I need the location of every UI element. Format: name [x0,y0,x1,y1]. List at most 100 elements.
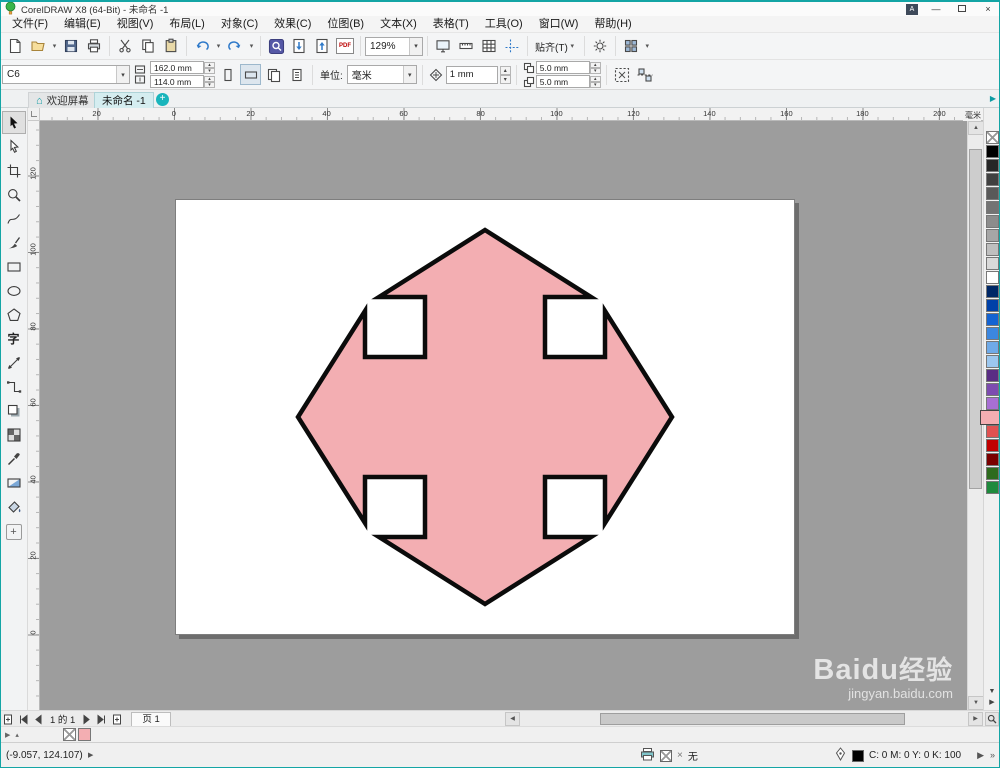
page-width-spinner[interactable]: ▴ ▾ [204,61,215,74]
palette-color-swatch[interactable] [985,299,999,312]
no-color-swatch[interactable] [985,131,999,144]
open-button[interactable] [27,35,49,57]
crop-tool[interactable] [2,159,26,182]
undo-button[interactable] [191,35,213,57]
menu-item[interactable]: 文本(X) [372,16,425,33]
undo-dropdown[interactable]: ▾ [214,42,223,50]
interactive-fill-tool[interactable] [2,471,26,494]
redo-dropdown[interactable]: ▾ [247,42,256,50]
used-color-swatch[interactable] [980,410,1000,425]
zoom-dropdown-arrow[interactable]: ▾ [409,37,422,55]
document-palette-flyout[interactable]: ▶ [5,731,10,739]
current-page-button[interactable] [286,64,307,85]
tab-welcome-screen[interactable]: ⌂ 欢迎屏幕 [28,92,97,108]
palette-color-swatch[interactable] [985,397,999,410]
palette-color-swatch[interactable] [985,271,999,284]
paste-button[interactable] [160,35,182,57]
cut-button[interactable] [114,35,136,57]
show-rulers-button[interactable] [455,35,477,57]
four-way-arrow-shape[interactable] [295,227,675,607]
scroll-right-button[interactable]: ▶ [968,712,983,726]
palette-color-swatch[interactable] [985,201,999,214]
page-height-field[interactable]: 114.0 mm [150,75,204,88]
nudge-spinner[interactable]: ▴ ▾ [499,65,511,84]
freehand-tool[interactable] [2,207,26,230]
menu-item[interactable]: 效果(C) [266,16,319,33]
language-indicator-icon[interactable]: A [906,3,918,15]
scroll-up-button[interactable]: ▲ [968,121,984,135]
page-tab[interactable]: 页 1 [131,712,171,726]
horizontal-ruler[interactable]: 20 0 20 40 60 80 100 120 140 160 180 200 毫米 [40,108,983,121]
first-page-button[interactable] [17,713,30,726]
duplicate-y-spinner[interactable]: ▴ ▾ [589,75,601,88]
new-document-tab-button[interactable]: + [156,93,169,106]
menu-item[interactable]: 视图(V) [109,16,162,33]
transparency-tool[interactable] [2,423,26,446]
polygon-tool[interactable] [2,303,26,326]
palette-color-swatch[interactable] [985,453,999,466]
palette-color-swatch[interactable] [985,285,999,298]
text-tool[interactable]: 字 [2,327,26,350]
pick-tool[interactable] [1,111,26,134]
treat-as-filled-button[interactable] [612,64,633,85]
palette-color-swatch[interactable] [985,327,999,340]
navigator-button[interactable] [985,712,999,726]
duplicate-x-spinner[interactable]: ▴ ▾ [589,61,601,74]
all-pages-button[interactable] [263,64,284,85]
palette-color-swatch[interactable] [985,313,999,326]
horizontal-scroll-thumb[interactable] [600,713,905,725]
show-guidelines-button[interactable] [501,35,523,57]
print-button[interactable] [83,35,105,57]
rectangle-tool[interactable] [2,255,26,278]
status-expand-button[interactable]: ▶ [977,750,984,761]
palette-color-swatch[interactable] [985,159,999,172]
palette-color-swatch[interactable] [985,355,999,368]
show-grid-button[interactable] [478,35,500,57]
document-palette-none-swatch[interactable] [63,728,76,741]
minimize-button[interactable]: — [928,4,944,14]
document-palette-up[interactable]: ▴ [15,731,19,739]
landscape-button[interactable] [240,64,261,85]
palette-color-swatch[interactable] [985,145,999,158]
units-combobox[interactable]: 毫米 ▾ [346,65,417,84]
smart-fill-tool[interactable] [2,495,26,518]
duplicate-y-field[interactable]: 5.0 mm [535,75,590,88]
palette-color-swatch[interactable] [985,369,999,382]
palette-scroll-down-button[interactable]: ▼ [984,686,1000,697]
drop-shadow-tool[interactable] [2,399,26,422]
toolbox-customize-button[interactable]: + [5,524,22,540]
menu-item[interactable]: 对象(C) [213,16,266,33]
alignment-guides-button[interactable] [635,64,656,85]
nudge-distance-field[interactable]: 1 mm [445,65,498,84]
artistic-media-tool[interactable] [2,231,26,254]
palette-color-swatch[interactable] [985,187,999,200]
tab-scroll-right-button[interactable]: ▶ [990,94,996,103]
palette-color-swatch[interactable] [985,439,999,452]
palette-expand-button[interactable]: ▶ [984,697,1000,708]
scroll-left-button[interactable]: ◀ [505,712,520,726]
menu-item[interactable]: 位图(B) [319,16,372,33]
search-content-button[interactable] [265,35,287,57]
palette-color-swatch[interactable] [985,467,999,480]
copy-button[interactable] [137,35,159,57]
redo-button[interactable] [224,35,246,57]
last-page-button[interactable] [95,713,108,726]
options-button[interactable] [589,35,611,57]
close-button[interactable]: × [980,4,996,14]
status-more-button[interactable]: » [990,750,995,761]
palette-color-swatch[interactable] [985,229,999,242]
ruler-origin-corner[interactable] [28,108,40,121]
palette-color-swatch[interactable] [985,173,999,186]
portrait-button[interactable] [217,64,238,85]
open-dropdown[interactable]: ▾ [50,42,59,50]
document-palette-color-swatch[interactable] [78,728,91,741]
new-document-button[interactable] [4,35,26,57]
menu-item[interactable]: 文件(F) [4,16,56,33]
menu-item[interactable]: 工具(O) [477,16,531,33]
menu-item[interactable]: 编辑(E) [56,16,109,33]
palette-color-swatch[interactable] [985,383,999,396]
application-launcher-button[interactable] [620,35,642,57]
add-page-after-button[interactable] [110,713,123,726]
palette-color-swatch[interactable] [985,215,999,228]
palette-color-swatch[interactable] [985,341,999,354]
